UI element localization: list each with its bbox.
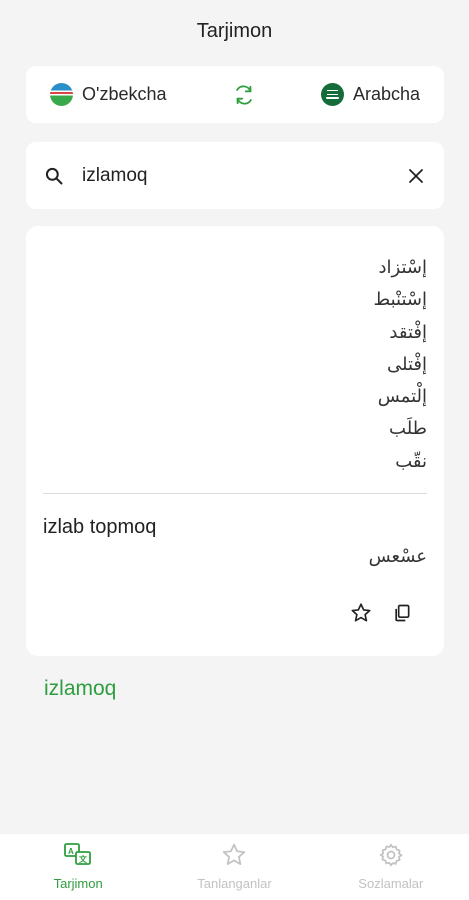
- nav-label: Tanlanganlar: [197, 876, 272, 891]
- arabic-word: إلْتمس: [377, 386, 427, 408]
- swap-icon[interactable]: [231, 82, 257, 108]
- svg-text:A: A: [68, 847, 74, 856]
- search-input[interactable]: [82, 155, 404, 196]
- arabic-word: إسْتنْبط: [373, 289, 427, 311]
- phrase-text: izlab topmoq: [43, 516, 157, 538]
- gear-icon: [378, 842, 404, 871]
- translation-result-card: إسْتزاد إسْتنْبط إفْتقد إفْتلى إلْتمس طل…: [26, 226, 444, 656]
- nav-item-tanlanganlar[interactable]: Tanlanganlar: [156, 842, 312, 891]
- arabic-word: إسْتزاد: [378, 257, 427, 278]
- nav-item-tarjimon[interactable]: A 文 Tarjimon: [0, 842, 156, 891]
- source-language-label: O'zbekcha: [82, 84, 167, 104]
- target-language-button[interactable]: Arabcha: [320, 83, 420, 106]
- star-icon[interactable]: [349, 601, 373, 625]
- svg-text:文: 文: [79, 854, 88, 864]
- search-icon: [42, 164, 66, 188]
- page-title: Tarjimon: [196, 20, 273, 42]
- language-selector: O'zbekcha Arabcha: [26, 66, 444, 123]
- arabic-word: إفْتقد: [389, 321, 427, 343]
- nav-label: Sozlamalar: [358, 876, 424, 891]
- target-language-label: Arabcha: [352, 84, 420, 104]
- phrase-translation: عسْعس: [368, 546, 427, 567]
- star-icon: [221, 842, 247, 871]
- close-icon[interactable]: [404, 164, 428, 188]
- divider: [43, 493, 427, 494]
- nav-item-sozlamalar[interactable]: Sozlamalar: [313, 842, 469, 891]
- arabic-word: نقّب: [395, 450, 427, 472]
- bottom-navigation: A 文 Tarjimon Tanlanganlar Sozlamalar: [0, 834, 469, 900]
- arabic-translations-list: إسْتزاد إسْتنْبط إفْتقد إفْتلى إلْتمس طل…: [374, 252, 427, 478]
- copy-icon[interactable]: [390, 601, 414, 625]
- saudi-arabia-flag-icon: [320, 83, 344, 106]
- source-language-button[interactable]: O'zbekcha: [50, 83, 166, 106]
- suggestion-item[interactable]: izlamoq: [44, 677, 116, 701]
- arabic-word: طلَب: [389, 418, 427, 440]
- translate-icon: A 文: [63, 842, 93, 871]
- nav-label: Tarjimon: [53, 876, 103, 891]
- card-actions: [349, 601, 414, 625]
- search-bar: [26, 142, 444, 209]
- uzbekistan-flag-icon: [50, 83, 73, 106]
- arabic-word: إفْتلى: [387, 353, 427, 375]
